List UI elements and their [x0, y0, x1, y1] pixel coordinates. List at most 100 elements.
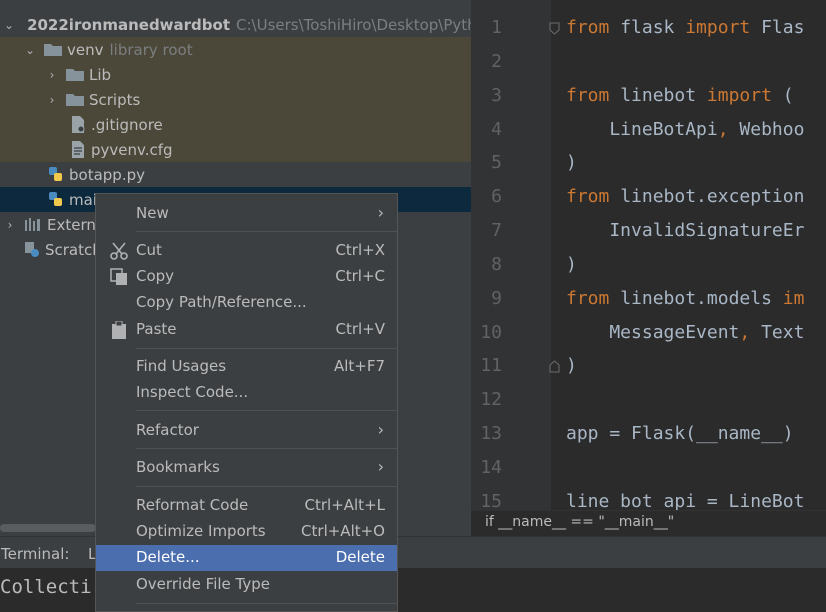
line-number: 15: [480, 491, 502, 510]
line-number: 14: [480, 457, 502, 478]
menu-item-copy-path[interactable]: Copy Path/Reference...: [96, 290, 397, 316]
submenu-arrow-icon: ›: [377, 203, 384, 222]
menu-item-label: Reformat Code: [136, 496, 249, 514]
punctuation: ,: [739, 322, 751, 343]
tree-venv-row[interactable]: ⌄ venv library root: [0, 37, 471, 62]
menu-item-override-file-type[interactable]: Override File Type: [96, 572, 397, 598]
chevron-right-icon[interactable]: ›: [4, 219, 16, 231]
code-text: LineBotApi: [566, 119, 718, 140]
code-line: ): [566, 254, 577, 275]
scratches-icon: [25, 242, 39, 257]
line-number: 13: [480, 423, 502, 444]
menu-item-label: Bookmarks: [136, 458, 220, 476]
menu-item-shortcut: Alt+F7: [333, 357, 385, 375]
terminal-output-text: Collecti: [0, 576, 92, 598]
line-number: 11: [480, 355, 502, 376]
code-line: from linebot.exception: [566, 186, 804, 207]
gitignore-file-icon: [72, 116, 85, 133]
tree-pyvenv-row[interactable]: pyvenv.cfg: [0, 137, 471, 162]
line-number: 12: [480, 389, 502, 410]
menu-item-inspect-code[interactable]: Inspect Code...: [96, 380, 397, 406]
menu-item-label: Cut: [136, 241, 162, 259]
menu-item-label: Copy Path/Reference...: [136, 293, 307, 311]
keyword: from: [566, 186, 610, 207]
code-text: ): [566, 254, 577, 275]
code-text: linebot: [609, 85, 707, 106]
code-text: ): [566, 355, 577, 376]
paste-icon: [112, 321, 126, 339]
chevron-right-icon[interactable]: ›: [46, 94, 58, 106]
root-folder-path: C:\Users\ToshiHiro\Desktop\Pytho: [236, 15, 471, 34]
code-text: line_bot_api = LineBot: [566, 491, 805, 510]
tree-botapp-row[interactable]: botapp.py: [0, 162, 471, 187]
code-editor[interactable]: 1 2 3 4 5 6 7 8 9 10 11 12 13 14 15 from…: [471, 0, 826, 510]
context-menu: New › Cut Ctrl+X Copy Ctrl+C Copy Path/R…: [95, 193, 398, 612]
line-number: 7: [491, 220, 502, 241]
keyword: import: [706, 85, 772, 106]
menu-item-refactor[interactable]: Refactor ›: [96, 418, 397, 444]
botapp-file-name: botapp.py: [69, 165, 145, 184]
menu-item-optimize-imports[interactable]: Optimize Imports Ctrl+Alt+O: [96, 519, 397, 545]
menu-separator: [136, 486, 397, 487]
horizontal-scrollbar[interactable]: [0, 524, 96, 532]
fold-marker-icon[interactable]: [549, 360, 560, 373]
venv-folder-name: venv: [67, 40, 104, 59]
line-number: 3: [491, 85, 502, 106]
menu-item-find-usages[interactable]: Find Usages Alt+F7: [96, 354, 397, 380]
code-text: InvalidSignatureEr: [566, 220, 805, 241]
menu-item-label: Inspect Code...: [136, 383, 249, 401]
chevron-down-icon[interactable]: ⌄: [4, 19, 14, 31]
keyword: import: [685, 17, 751, 38]
menu-item-label: Find Usages: [136, 357, 227, 375]
code-text: app = Flask(__name__): [566, 423, 794, 444]
menu-item-new[interactable]: New ›: [96, 201, 397, 227]
line-number: 1: [491, 17, 502, 38]
venv-library-root-tag: library root: [109, 40, 193, 59]
chevron-down-icon[interactable]: ⌄: [24, 44, 36, 56]
scripts-folder-name: Scripts: [89, 90, 141, 109]
menu-item-reformat-code[interactable]: Reformat Code Ctrl+Alt+L: [96, 493, 397, 519]
code-text: linebot.models: [609, 288, 783, 309]
menu-item-shortcut: Ctrl+Alt+O: [301, 522, 385, 540]
menu-item-shortcut: Delete: [335, 548, 385, 566]
menu-separator: [136, 603, 397, 604]
menu-item-label: Refactor: [136, 421, 199, 439]
chevron-right-icon[interactable]: ›: [46, 69, 58, 81]
menu-item-copy[interactable]: Copy Ctrl+C: [96, 264, 397, 290]
tree-gitignore-row[interactable]: .gitignore: [0, 112, 471, 137]
menu-item-shortcut: Ctrl+Alt+L: [304, 496, 386, 514]
keyword: im: [782, 288, 805, 309]
gitignore-file-name: .gitignore: [91, 115, 163, 134]
code-line: InvalidSignatureEr: [566, 220, 804, 241]
code-line: app = Flask(__name__): [566, 423, 794, 444]
menu-separator: [136, 448, 397, 449]
menu-item-label: Optimize Imports: [136, 522, 266, 540]
menu-item-paste[interactable]: Paste Ctrl+V: [96, 317, 397, 343]
menu-separator: [136, 410, 397, 411]
menu-item-label: Paste: [136, 320, 177, 338]
menu-item-bookmarks[interactable]: Bookmarks ›: [96, 455, 397, 481]
code-text: MessageEvent: [566, 322, 740, 343]
menu-item-delete[interactable]: Delete... Delete: [96, 545, 397, 571]
copy-icon: [110, 268, 127, 285]
menu-item-shortcut: Ctrl+V: [335, 320, 385, 338]
submenu-arrow-icon: ›: [377, 457, 384, 476]
tree-lib-row[interactable]: › Lib: [0, 62, 471, 87]
code-line: MessageEvent, Text: [566, 322, 804, 343]
terminal-label: Terminal:: [1, 545, 70, 563]
line-number: 8: [491, 254, 502, 275]
tree-root-row[interactable]: ⌄ 2022ironmanedwardbot C:\Users\ToshiHir…: [0, 12, 471, 37]
editor-breadcrumb[interactable]: if __name__ == "__main__": [471, 510, 826, 537]
python-file-icon: [49, 167, 62, 181]
fold-marker-icon[interactable]: [549, 22, 560, 35]
code-text: Flas: [750, 17, 805, 38]
folder-icon: [44, 44, 62, 56]
tree-scripts-row[interactable]: › Scripts: [0, 87, 471, 112]
scratches-label: Scratch: [45, 240, 102, 259]
submenu-arrow-icon: ›: [377, 420, 384, 439]
libraries-icon: [25, 218, 40, 231]
punctuation: ,: [717, 119, 729, 140]
breadcrumb-text[interactable]: if __name__ == "__main__": [485, 514, 674, 530]
menu-item-cut[interactable]: Cut Ctrl+X: [96, 238, 397, 264]
keyword: from: [566, 288, 610, 309]
